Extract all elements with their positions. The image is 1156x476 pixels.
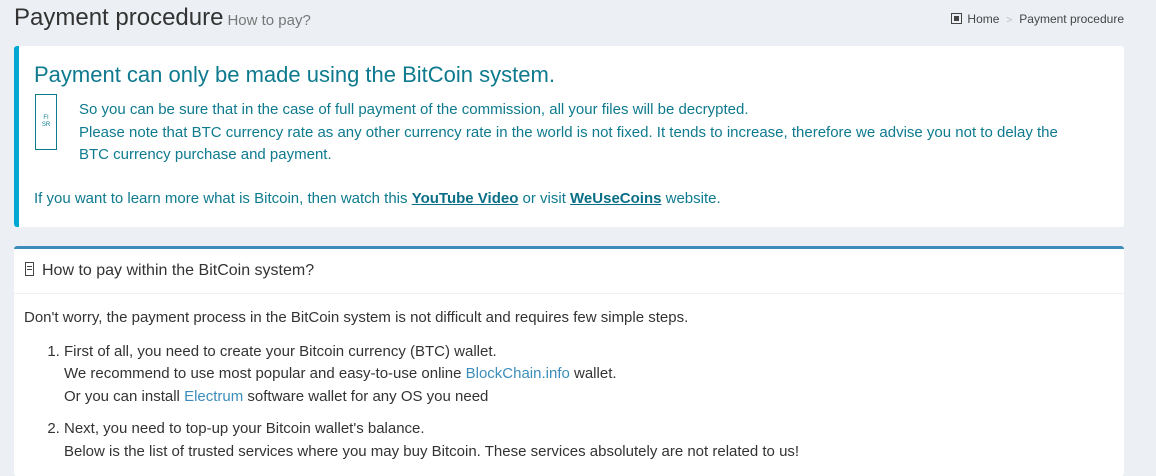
callout-paragraph: So you can be sure that in the case of f…: [79, 99, 1079, 167]
learn-prefix: If you want to learn more what is Bitcoi…: [34, 190, 412, 207]
learn-suffix: website.: [661, 190, 721, 207]
learn-more-text: If you want to learn more what is Bitcoi…: [34, 190, 721, 207]
step-1-line-3-suffix: software wallet for any OS you need: [243, 387, 489, 405]
page-subtitle: How to pay?: [227, 12, 311, 29]
youtube-video-link[interactable]: YouTube Video: [412, 190, 519, 207]
step-2-line-1: Next, you need to top-up your Bitcoin wa…: [64, 420, 425, 437]
step-1-line-2-prefix: We recommend to use most popular and eas…: [64, 365, 466, 382]
page-title-text: Payment procedure: [14, 4, 224, 31]
how-to-pay-box: How to pay within the BitCoin system? Do…: [14, 246, 1124, 476]
dashboard-icon: [951, 13, 963, 24]
page-header: Payment procedure How to pay? Home > Paymen…: [0, 0, 1156, 40]
step-1-line-3-prefix: Or you can install: [64, 387, 185, 405]
callout-line-1: So you can be sure that in the case of f…: [79, 101, 749, 118]
step-2-line-2: Below is the list of trusted services wh…: [64, 442, 800, 460]
intro-text: Don't worry, the payment process in the …: [24, 309, 689, 326]
callout-line-2: Please note that BTC currency rate as an…: [79, 123, 1058, 164]
step-1-line-1: First of all, you need to create your Bi…: [64, 342, 497, 360]
bitcoin-icon: FI SR: [35, 94, 57, 150]
blockchain-info-link[interactable]: BlockChain.info: [466, 365, 570, 382]
wallet-icon: [25, 262, 34, 276]
box-body: Don't worry, the payment process in the …: [24, 307, 1114, 473]
steps-list: First of all, you need to create your Bi…: [24, 341, 1114, 464]
breadcrumb-current: Payment procedure: [1019, 12, 1124, 26]
step-1-line-2-suffix: wallet.: [569, 365, 617, 382]
breadcrumb-home-link[interactable]: Home: [967, 12, 999, 26]
breadcrumb-separator: >: [1006, 15, 1013, 26]
breadcrumb: Home > Payment procedure: [951, 12, 1124, 26]
box-title: How to pay within the BitCoin system?: [42, 262, 315, 279]
box-header: How to pay within the BitCoin system?: [14, 249, 1124, 294]
bitcoin-info-callout: Payment can only be made using the BitCo…: [14, 46, 1124, 227]
callout-heading: Payment can only be made using the BitCo…: [34, 62, 555, 87]
electrum-link[interactable]: Electrum: [184, 388, 243, 405]
step-2: Next, you need to top-up your Bitcoin wa…: [64, 418, 1114, 463]
page-title: Payment procedure How to pay?: [14, 4, 311, 32]
step-1: First of all, you need to create your Bi…: [64, 341, 1114, 409]
weusecoins-link[interactable]: WeUseCoins: [570, 190, 661, 207]
learn-middle: or visit: [518, 190, 571, 207]
